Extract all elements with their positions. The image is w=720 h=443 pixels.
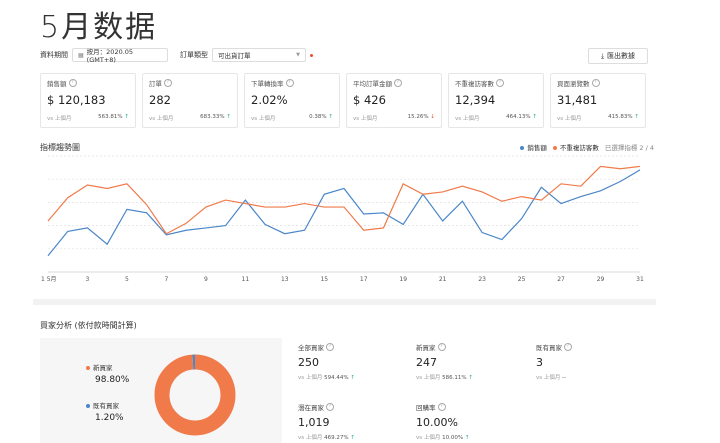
stat-compare: vs 上個月 xyxy=(536,375,561,381)
stat-label: 新買家 xyxy=(416,344,436,352)
arrow-up-icon: ↑ xyxy=(466,375,473,381)
legend-new-buyer: 新買家 98.80% xyxy=(86,362,129,385)
help-icon[interactable]: ? xyxy=(326,343,334,351)
buyer-stat: 回購率? 10.00% vs 上個月 10.00% ↑ xyxy=(416,402,469,441)
help-icon[interactable]: ? xyxy=(564,343,572,351)
section-divider xyxy=(33,299,656,305)
stat-label: 潛在買家 xyxy=(298,404,324,412)
stat-change: 10.00% xyxy=(442,435,464,441)
x-tick-label: 15 xyxy=(320,276,328,283)
trend-chart: 1 5月 3 5 7 9 11 13 15 17 19 21 23 25 27 29 31 xyxy=(41,155,644,283)
x-tick-label: 17 xyxy=(360,276,368,283)
buyer-stat: 既有買家? 3 vs 上個月 -- xyxy=(536,342,572,381)
stat-value: 1,019 xyxy=(298,416,330,429)
series-line-visitors[interactable] xyxy=(47,165,641,235)
series-line-sales[interactable] xyxy=(47,169,641,257)
help-icon[interactable]: ? xyxy=(437,403,446,411)
arrow-up-icon: ↑ xyxy=(463,435,470,441)
donut-slice-new-buyer[interactable] xyxy=(154,354,236,436)
help-icon[interactable]: ? xyxy=(437,343,446,351)
arrow-up-icon: ↑ xyxy=(348,435,355,441)
arrow-up-icon: ↑ xyxy=(348,375,355,381)
x-tick-label: 9 xyxy=(204,276,208,283)
x-tick-label: 29 xyxy=(597,276,605,283)
legend-dot xyxy=(86,404,90,408)
buyer-analysis-title: 買家分析 (依付款時間計算) xyxy=(40,321,137,330)
stat-label: 既有買家 xyxy=(536,344,562,352)
x-tick-label: 11 xyxy=(242,276,250,283)
buyer-stat: 全部買家? 250 vs 上個月 594.44% ↑ xyxy=(298,342,355,381)
x-tick-label: 3 xyxy=(86,276,90,283)
legend-dot xyxy=(86,366,90,370)
x-tick-label: 21 xyxy=(439,276,447,283)
stat-change: 469.27% xyxy=(324,435,349,441)
old-buyer-pct: 1.20% xyxy=(95,413,124,423)
x-tick-label: 5 xyxy=(125,276,129,283)
x-tick-label: 27 xyxy=(557,276,565,283)
stat-value: 250 xyxy=(298,356,319,369)
buyer-stat: 新買家? 247 vs 上個月 586.11% ↑ xyxy=(416,342,473,381)
stat-label: 全部買家 xyxy=(298,344,324,352)
stat-compare: vs 上個月 xyxy=(298,435,323,441)
help-icon[interactable]: ? xyxy=(326,403,334,411)
x-tick-label: 31 xyxy=(636,276,644,283)
stat-compare: vs 上個月 xyxy=(416,375,441,381)
x-tick-label: 19 xyxy=(399,276,407,283)
x-tick-label: 13 xyxy=(281,276,289,283)
stat-value: 10.00% xyxy=(416,416,458,429)
stat-compare: vs 上個月 xyxy=(298,375,323,381)
old-buyer-label: 既有買家 xyxy=(93,402,119,410)
new-buyer-pct: 98.80% xyxy=(95,375,130,385)
x-tick-label: 25 xyxy=(518,276,526,283)
stat-label: 回購率 xyxy=(416,404,436,412)
stat-change: -- xyxy=(562,375,567,381)
stat-value: 247 xyxy=(416,356,437,369)
stat-value: 3 xyxy=(536,356,543,369)
stat-compare: vs 上個月 xyxy=(416,435,441,441)
x-tick-label: 23 xyxy=(478,276,486,283)
x-tick-label: 7 xyxy=(164,276,168,283)
stat-change: 594.44% xyxy=(324,375,349,381)
new-buyer-label: 新買家 xyxy=(93,364,113,372)
legend-old-buyer: 既有買家 1.20% xyxy=(86,400,124,423)
stat-change: 586.11% xyxy=(442,375,467,381)
buyer-donut-panel: 新買家 98.80% 既有買家 1.20% xyxy=(40,338,282,443)
buyer-donut-chart xyxy=(154,354,236,436)
x-tick-label: 1 5月 xyxy=(41,276,57,283)
buyer-stat: 潛在買家? 1,019 vs 上個月 469.27% ↑ xyxy=(298,402,355,441)
